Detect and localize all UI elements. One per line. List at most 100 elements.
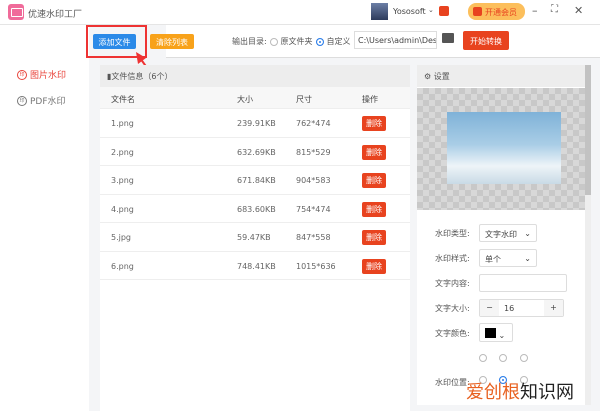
table-row: 3.png 671.84KB 904*583 删除 (100, 166, 410, 195)
title-bar: 优速水印工厂 Yososoft ⌄ 开通会员 – ⛶ ✕ (0, 0, 600, 25)
style-value: 单个 (485, 255, 501, 264)
watermark-part-a: 爱创根 (466, 382, 520, 403)
output-path-input[interactable]: C:\Users\admin\Deskto (354, 31, 437, 49)
settings-header: ⚙ 设置 (417, 65, 591, 87)
vip-label: 开通会员 (485, 8, 517, 17)
chevron-down-icon[interactable]: ⌄ (428, 6, 434, 14)
file-name: 3.png (111, 176, 134, 185)
table-row: 1.png 239.91KB 762*474 删除 (100, 109, 410, 138)
file-size: 632.69KB (237, 147, 276, 157)
table-row: 6.png 748.41KB 1015*636 删除 (100, 252, 410, 280)
table-header: 文件名 大小 尺寸 操作 (100, 87, 410, 109)
position-label: 水印位置: (435, 378, 470, 387)
avatar[interactable] (371, 3, 388, 20)
radio-icon[interactable] (316, 37, 324, 46)
radio-label: 自定义 (326, 37, 351, 46)
style-label: 水印样式: (435, 254, 470, 263)
file-name: 6.png (111, 261, 134, 271)
file-info-title: 文件信息（6个） (111, 72, 173, 81)
chevron-down-icon: ⌄ (498, 331, 506, 340)
site-watermark: 爱创根知识网 (466, 378, 574, 404)
file-dimensions: 762*474 (296, 119, 331, 128)
file-dimensions: 754*474 (296, 204, 331, 214)
radio-custom[interactable]: 自定义 (316, 36, 351, 47)
type-value: 文字水印 (485, 230, 517, 239)
sidebar-item-pdf-watermark[interactable]: 印 PDF水印 (17, 94, 66, 107)
file-size: 683.60KB (237, 204, 276, 214)
file-list-panel: ▮文件信息（6个） 文件名 大小 尺寸 操作 1.png 239.91KB 76… (100, 65, 410, 411)
delete-button[interactable]: 删除 (362, 201, 386, 217)
type-select[interactable]: 文字水印 ⌄ (479, 224, 537, 242)
username[interactable]: Yososoft (393, 7, 426, 16)
col-dim: 尺寸 (296, 95, 312, 104)
radio-icon[interactable] (270, 37, 278, 46)
maximize-button[interactable]: ⛶ (551, 4, 558, 15)
sidebar-item-label: PDF水印 (30, 97, 66, 107)
increment-button[interactable]: + (544, 300, 563, 316)
file-size: 671.84KB (237, 176, 276, 185)
color-label: 文字颜色: (435, 329, 470, 338)
scrollbar-thumb[interactable] (585, 65, 591, 195)
clear-list-button[interactable]: 清除列表 (150, 34, 194, 49)
folder-icon[interactable] (442, 33, 454, 43)
minimize-button[interactable]: – (532, 4, 538, 17)
style-select[interactable]: 单个 ⌄ (479, 249, 537, 267)
position-radio[interactable] (520, 354, 528, 362)
app-logo-icon (8, 4, 24, 20)
file-size: 748.41KB (237, 261, 276, 271)
color-picker[interactable]: ⌄ (479, 323, 513, 342)
output-dir-label: 输出目录: (232, 37, 267, 46)
gear-icon: ⚙ (424, 72, 432, 81)
settings-scrollbar[interactable] (585, 65, 591, 405)
file-info-header: ▮文件信息（6个） (100, 65, 410, 87)
table-row: 5.jpg 59.47KB 847*558 删除 (100, 223, 410, 252)
start-convert-button[interactable]: 开始转换 (463, 31, 509, 50)
size-stepper[interactable]: − 16 + (479, 299, 564, 317)
watermark-part-b: 知识网 (520, 382, 574, 403)
radio-label: 原文件夹 (280, 37, 313, 46)
file-name: 4.png (111, 204, 134, 214)
sidebar-item-image-watermark[interactable]: 印图片水印 (17, 68, 66, 81)
sidebar-item-label: 图片水印 (30, 71, 67, 81)
app-title: 优速水印工厂 (28, 10, 83, 20)
table-row: 2.png 632.69KB 815*529 删除 (100, 138, 410, 166)
vip-button[interactable]: 开通会员 (468, 3, 525, 20)
table-row: 4.png 683.60KB 754*474 删除 (100, 195, 410, 223)
vip-badge-icon (439, 6, 449, 16)
color-swatch (485, 328, 496, 338)
file-name: 5.jpg (111, 233, 132, 242)
file-dimensions: 847*558 (296, 233, 331, 242)
file-size: 239.91KB (237, 119, 276, 128)
chevron-down-icon: ⌄ (524, 229, 531, 238)
file-name: 1.png (111, 119, 134, 128)
content-label: 文字内容: (435, 279, 470, 288)
content-input[interactable] (479, 274, 567, 292)
size-value[interactable]: 16 (504, 304, 514, 313)
stamp-icon: 印 (17, 69, 27, 80)
decrement-button[interactable]: − (480, 300, 499, 316)
file-dimensions: 904*583 (296, 176, 331, 185)
type-label: 水印类型: (435, 229, 470, 238)
preview-area (417, 88, 591, 210)
stamp-icon: 印 (17, 95, 27, 106)
settings-panel: ⚙ 设置 水印类型: 文字水印 ⌄ 水印样式: 单个 ⌄ 文字内容: 文字大小: −… (417, 65, 591, 405)
col-action: 操作 (362, 95, 378, 104)
sidebar: 印图片水印 印 PDF水印 (0, 25, 89, 411)
close-button[interactable]: ✕ (574, 4, 583, 17)
col-size: 大小 (237, 95, 253, 104)
delete-button[interactable]: 删除 (362, 230, 386, 245)
delete-button[interactable]: 删除 (362, 173, 386, 188)
preview-image (447, 112, 561, 184)
size-label: 文字大小: (435, 304, 470, 313)
delete-button[interactable]: 删除 (362, 116, 386, 131)
delete-button[interactable]: 删除 (362, 258, 386, 274)
settings-title: 设置 (433, 72, 450, 81)
chevron-down-icon: ⌄ (524, 254, 531, 263)
position-radio[interactable] (499, 354, 507, 362)
file-dimensions: 1015*636 (296, 261, 336, 271)
position-radio[interactable] (479, 354, 487, 362)
radio-original-folder[interactable]: 原文件夹 (270, 36, 313, 47)
file-size: 59.47KB (237, 233, 271, 242)
delete-button[interactable]: 删除 (362, 144, 386, 160)
file-dimensions: 815*529 (296, 147, 331, 157)
